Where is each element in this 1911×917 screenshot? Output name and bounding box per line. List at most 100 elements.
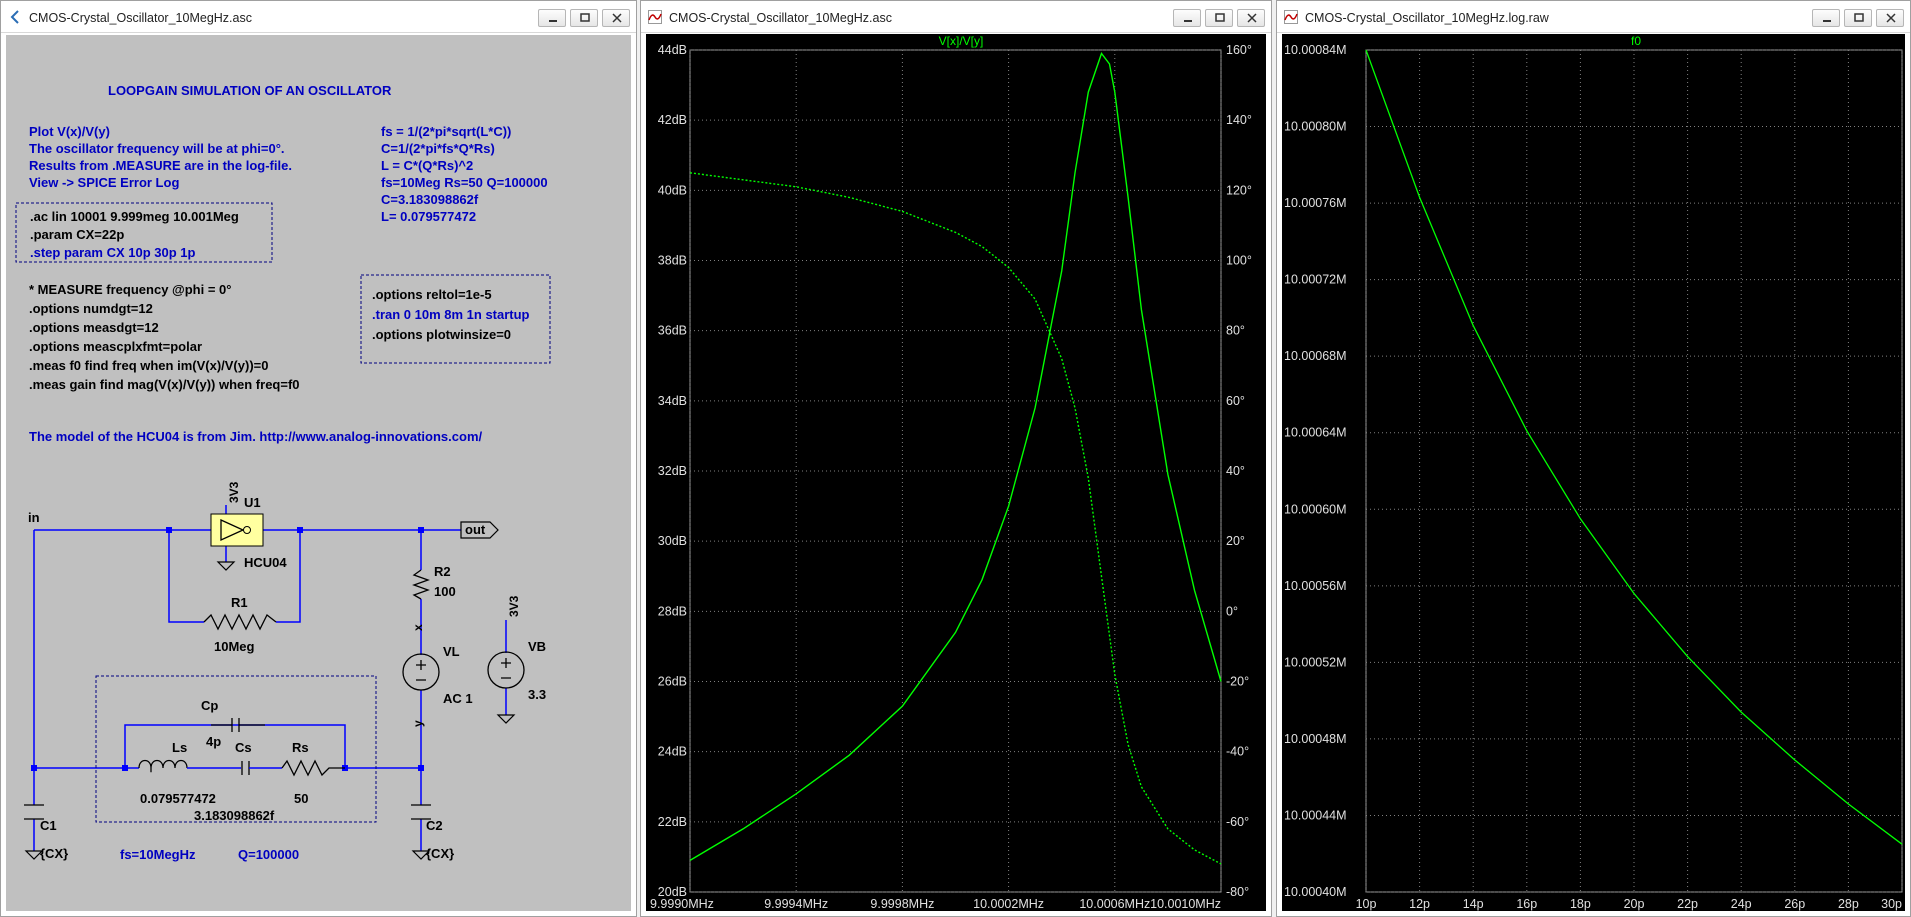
waveform-icon [1284,10,1298,24]
minimize-button[interactable] [1173,9,1201,27]
y2-tick-label: 80° [1226,324,1245,338]
directive-param: .param CX=22p [30,227,124,242]
cs-capacitor-symbol[interactable] [241,761,250,775]
y-tick-label: 10.00040M [1284,885,1347,899]
measure-line: .options measdgt=12 [29,320,159,335]
formula-line: fs = 1/(2*pi*sqrt(L*C)) [381,124,511,139]
magnitude-series-line [689,52,1222,862]
y2-tick-label: 140° [1226,113,1252,127]
minimize-button[interactable] [538,9,566,27]
y-tick-label: 32dB [658,464,687,478]
restore-button[interactable] [1205,9,1233,27]
y2-tick-label: 60° [1226,394,1245,408]
cs-label: Cs [235,740,252,755]
x-tick-label: 18p [1570,897,1591,911]
y-tick-label: 10.00048M [1284,732,1347,746]
r1-resistor-symbol[interactable] [203,613,277,631]
measure-line: * MEASURE frequency @phi = 0° [29,282,231,297]
fs-note: fs=10MegHz [120,847,196,862]
rs-label: Rs [292,740,309,755]
ls-label: Ls [172,740,187,755]
ac-plot-title: V[x]/V[y] [939,34,984,48]
x-tick-label: 9.9990MHz [650,897,714,911]
y-tick-label: 30dB [658,534,687,548]
x-tick-label: 20p [1624,897,1645,911]
y2-tick-label: 40° [1226,464,1245,478]
restore-button[interactable] [1844,9,1872,27]
y-tick-label: 10.00064M [1284,426,1347,440]
schematic-window[interactable]: CMOS-Crystal_Oscillator_10MegHz.asc LOOP… [0,0,637,917]
ac-plot-chart[interactable]: V[x]/V[y] 44dB 42dB 40dB 38dB 36dB 34dB 32dB 30… [646,34,1268,913]
vb-label: VB [528,639,546,654]
y2-tick-label: 160° [1226,43,1252,57]
vb-source-symbol[interactable] [487,651,525,689]
rs-resistor-symbol[interactable] [281,759,345,777]
x-tick-label: 10.0006MHz [1079,897,1150,911]
note-line: View -> SPICE Error Log [29,175,179,190]
vl-source-symbol[interactable] [402,653,440,691]
ground-icon [496,714,516,724]
note-line: Results from .MEASURE are in the log-fil… [29,158,292,173]
x-tick-label: 16p [1516,897,1537,911]
y-tick-label: 28dB [658,604,687,618]
y-net-label: y [411,720,425,727]
y-tick-label: 26dB [658,675,687,689]
window-title: CMOS-Crystal_Oscillator_10MegHz.asc [29,11,252,25]
ls-value: 0.079577472 [140,791,216,806]
minimize-button[interactable] [1812,9,1840,27]
close-button[interactable] [1876,9,1904,27]
close-button[interactable] [1237,9,1265,27]
ac-plot-canvas[interactable]: V[x]/V[y] 44dB 42dB 40dB 38dB 36dB 34dB 32dB 30… [646,34,1266,911]
close-button[interactable] [602,9,630,27]
ls-inductor-symbol[interactable] [138,759,188,773]
y2-tick-label: 120° [1226,183,1252,197]
vb-supply-label: 3V3 [507,595,521,617]
cp-label: Cp [201,698,218,713]
u1-buffer-symbol[interactable] [210,513,264,547]
x-tick-label: 12p [1409,897,1430,911]
cs-value: 3.183098862f [194,808,275,823]
x-tick-label: 10.0010MHz [1150,897,1221,911]
log-plot-canvas[interactable]: f0 10.00084M 10.00080M 10.00076M 10.00072M 1… [1282,34,1905,911]
in-net-label: in [28,510,40,525]
vl-value: AC 1 [443,691,473,706]
log-plot-chart[interactable]: f0 10.00084M 10.00080M 10.00076M 10.00072M 1… [1282,34,1907,913]
x-tick-label: 24p [1731,897,1752,911]
y-tick-label: 10.00080M [1284,120,1347,134]
f0-series-line [1365,49,1903,845]
ac-plot-window[interactable]: CMOS-Crystal_Oscillator_10MegHz.asc V[x]… [640,0,1272,917]
y-tick-label: 10.00056M [1284,579,1347,593]
schematic-titlebar[interactable]: CMOS-Crystal_Oscillator_10MegHz.asc [1,1,636,33]
x-tick-label: 28p [1838,897,1859,911]
vb-value: 3.3 [528,687,546,702]
log-plot-titlebar[interactable]: CMOS-Crystal_Oscillator_10MegHz.log.raw [1277,1,1910,33]
y-tick-label: 24dB [658,745,687,759]
restore-button[interactable] [570,9,598,27]
r2-value: 100 [434,584,456,599]
u1-model-label: HCU04 [244,555,287,570]
c2-capacitor-symbol[interactable] [411,804,431,820]
r1-value: 10Meg [214,639,255,654]
schematic-canvas[interactable]: LOOPGAIN SIMULATION OF AN OSCILLATOR Plo… [6,34,631,911]
y-tick-label: 10.00068M [1284,349,1347,363]
c2-label: C2 [426,818,443,833]
waveform-icon [648,10,662,24]
y-tick-label: 44dB [658,43,687,57]
log-plot-title: f0 [1631,34,1641,48]
window-title: CMOS-Crystal_Oscillator_10MegHz.asc [669,11,892,25]
measure-line: .meas gain find mag(V(x)/V(y)) when freq… [29,377,300,392]
c1-capacitor-symbol[interactable] [24,804,44,820]
y-tick-label: 38dB [658,254,687,268]
note-line: Plot V(x)/V(y) [29,124,110,139]
measure-line: .options numdgt=12 [29,301,153,316]
c1-value: {CX} [40,846,68,861]
q-note: Q=100000 [238,847,299,862]
directive-plotwinsize: .options plotwinsize=0 [372,327,511,342]
r2-resistor-symbol[interactable] [412,569,430,600]
log-plot-window[interactable]: CMOS-Crystal_Oscillator_10MegHz.log.raw … [1276,0,1911,917]
x-tick-label: 26p [1784,897,1805,911]
y2-tick-label: -20° [1226,675,1249,689]
u1-label: U1 [244,495,261,510]
u1-supply-label: 3V3 [227,481,241,503]
ac-plot-titlebar[interactable]: CMOS-Crystal_Oscillator_10MegHz.asc [641,1,1271,33]
